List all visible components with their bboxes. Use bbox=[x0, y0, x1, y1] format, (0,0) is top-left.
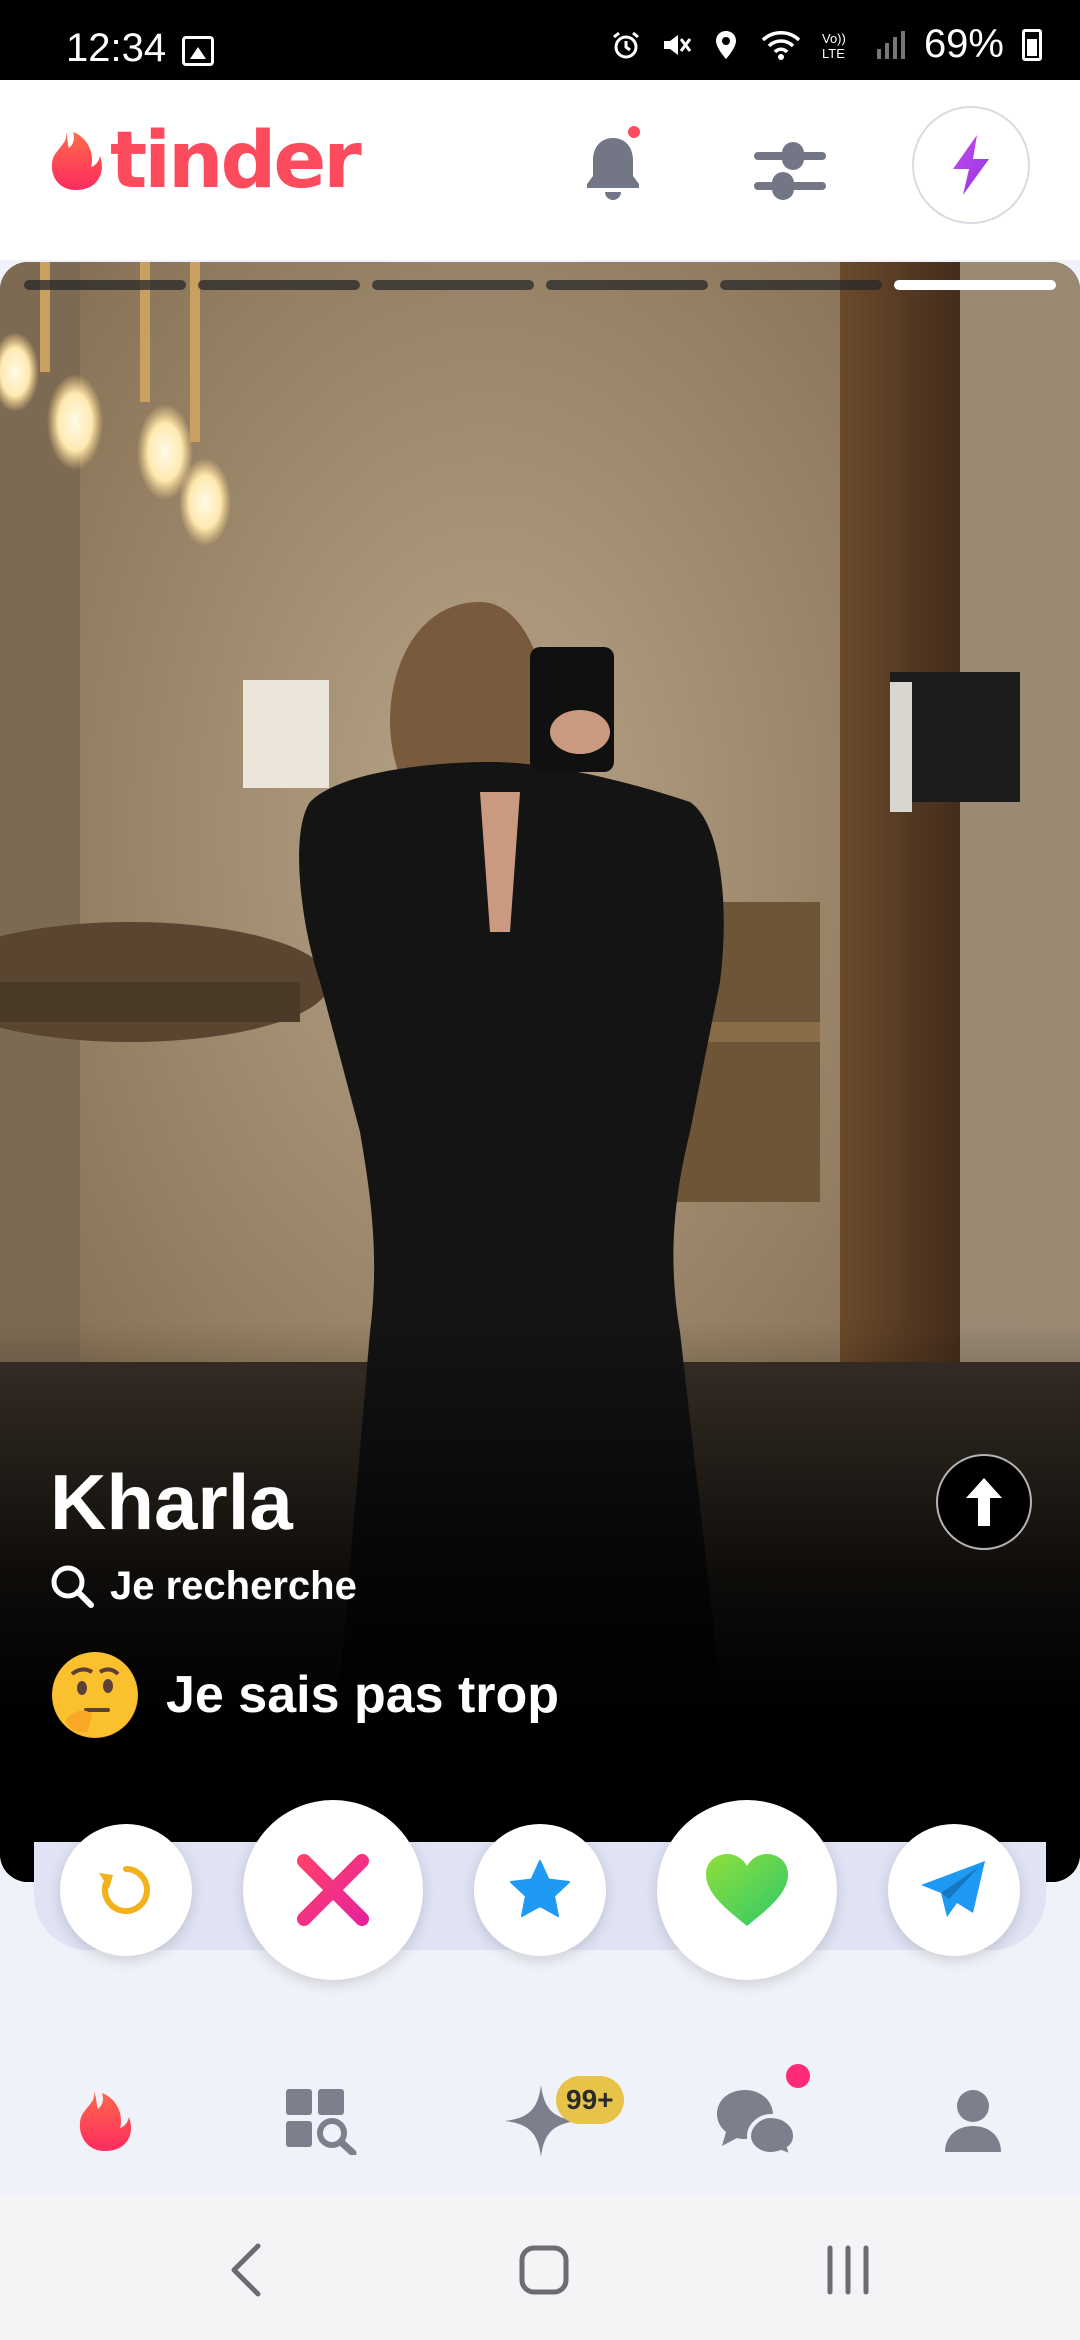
back-button[interactable] bbox=[206, 2240, 286, 2300]
status-bar: 12:34 Vo)) LTE 69% bbox=[0, 0, 1080, 80]
home-button[interactable] bbox=[504, 2240, 584, 2300]
profile-name: Kharla bbox=[50, 1458, 293, 1546]
boost-button[interactable] bbox=[912, 106, 1030, 224]
relationship-intent: Je sais pas trop bbox=[52, 1652, 559, 1738]
looking-for-label: Je recherche bbox=[110, 1563, 357, 1608]
back-icon bbox=[231, 2243, 261, 2297]
like-button[interactable] bbox=[657, 1800, 837, 1980]
progress-segment bbox=[546, 280, 708, 290]
bell-icon bbox=[587, 138, 639, 200]
super-like-button[interactable] bbox=[474, 1824, 606, 1956]
recents-button[interactable] bbox=[808, 2240, 888, 2300]
paper-plane-icon bbox=[921, 1861, 985, 1917]
thinking-face-emoji bbox=[52, 1652, 138, 1738]
progress-segment bbox=[720, 280, 882, 290]
arrow-up-icon bbox=[966, 1478, 1002, 1526]
send-message-button[interactable] bbox=[888, 1824, 1020, 1956]
battery-percent: 69% bbox=[923, 22, 1004, 66]
notifications-button[interactable] bbox=[578, 126, 648, 208]
progress-segment bbox=[372, 280, 534, 290]
app-header: tinder bbox=[0, 80, 1080, 260]
battery-icon bbox=[1022, 28, 1042, 61]
nav-discover[interactable] bbox=[60, 2076, 150, 2166]
nav-explore[interactable] bbox=[276, 2076, 366, 2166]
nope-button[interactable] bbox=[243, 1800, 423, 1980]
gold-badge: 99+ bbox=[556, 2076, 624, 2124]
photo-progress bbox=[24, 280, 1056, 290]
profile-icon bbox=[945, 2090, 1001, 2152]
status-time: 12:34 bbox=[66, 26, 167, 70]
mute-icon bbox=[663, 34, 692, 55]
home-icon bbox=[519, 2245, 569, 2295]
gallery-icon bbox=[182, 36, 214, 66]
flame-logo-icon bbox=[51, 132, 102, 190]
rewind-button[interactable] bbox=[60, 1824, 192, 1956]
rewind-icon bbox=[99, 1866, 150, 1914]
alarm-icon bbox=[613, 31, 639, 58]
svg-text:Vo)): Vo)) bbox=[822, 31, 846, 46]
flame-icon bbox=[79, 2091, 132, 2151]
nav-profile[interactable] bbox=[928, 2076, 1018, 2166]
star-icon bbox=[510, 1860, 570, 1917]
progress-segment-active bbox=[894, 280, 1056, 290]
explore-icon bbox=[286, 2089, 357, 2155]
chat-icon bbox=[717, 2090, 798, 2156]
filters-icon bbox=[754, 142, 826, 200]
bottom-nav: 99+ bbox=[0, 2040, 1080, 2220]
tinder-logo: tinder bbox=[48, 116, 362, 206]
signal-icon bbox=[876, 30, 905, 59]
location-icon bbox=[715, 30, 736, 59]
nav-chat[interactable] bbox=[712, 2076, 802, 2166]
x-icon bbox=[297, 1854, 369, 1926]
volte-icon: Vo))LTE bbox=[822, 31, 846, 61]
system-nav-bar bbox=[0, 2196, 1080, 2340]
wifi-icon bbox=[761, 30, 801, 60]
notification-dot bbox=[628, 126, 640, 138]
heart-icon bbox=[706, 1854, 788, 1926]
recents-icon bbox=[827, 2245, 869, 2295]
boost-icon bbox=[953, 135, 989, 195]
status-icons: Vo)) LTE 69% bbox=[610, 22, 1042, 67]
search-icon bbox=[51, 1565, 94, 1608]
profile-card[interactable]: Kharla Je recherche Je sais pas trop bbox=[0, 262, 1080, 1882]
logo-text: tinder bbox=[110, 116, 362, 206]
progress-segment bbox=[24, 280, 186, 290]
svg-text:LTE: LTE bbox=[822, 46, 845, 61]
chat-unread-dot bbox=[786, 2064, 810, 2088]
expand-profile-button[interactable] bbox=[936, 1454, 1032, 1550]
progress-segment bbox=[198, 280, 360, 290]
intent-text: Je sais pas trop bbox=[166, 1666, 560, 1724]
looking-for-row: Je recherche bbox=[48, 1562, 357, 1610]
filters-button[interactable] bbox=[752, 136, 828, 206]
